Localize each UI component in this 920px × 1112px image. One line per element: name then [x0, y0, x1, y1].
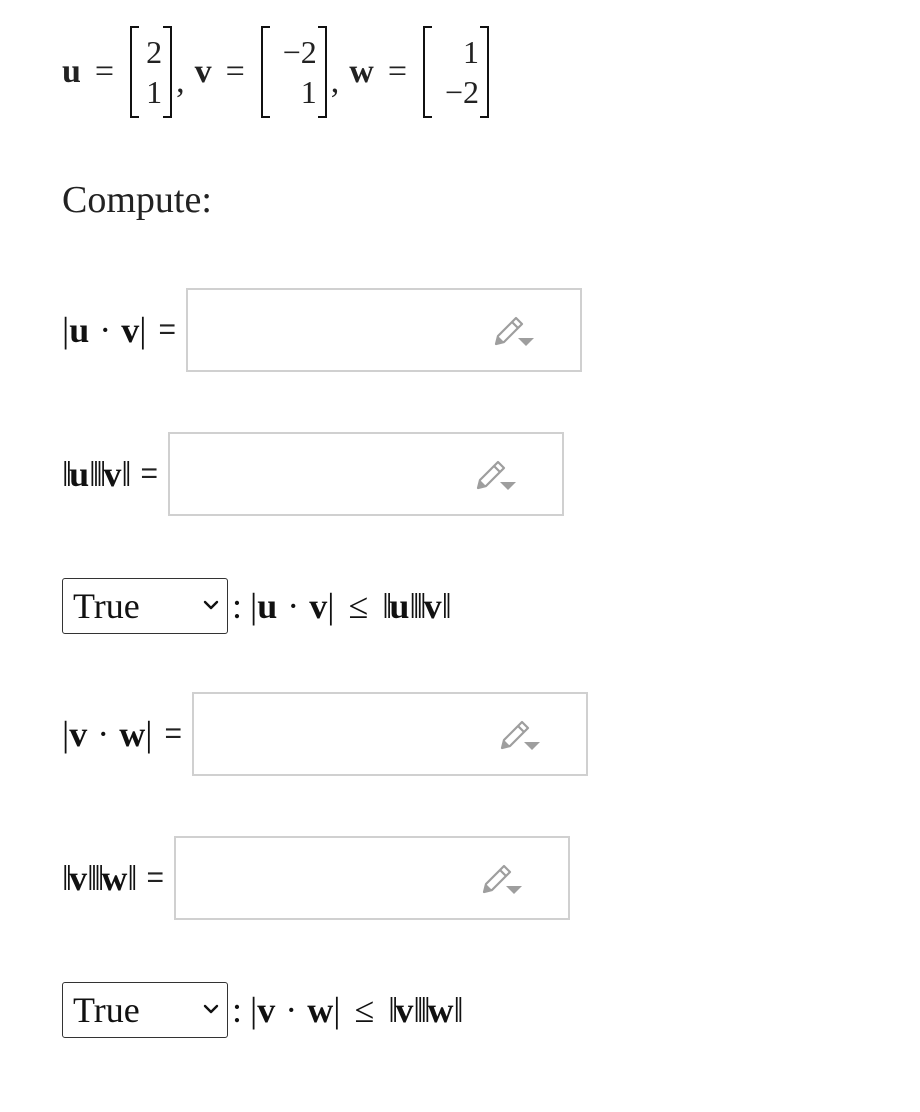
- expression-abs-v-dot-w: | v · w |: [62, 714, 153, 754]
- comma: ,: [330, 63, 340, 100]
- vector-u-matrix: 2 1: [130, 26, 173, 118]
- vector-v-entry-1: −2: [282, 34, 317, 70]
- inequality-uv: | u · v | ≤ ‖ u ‖ ‖ v ‖: [250, 586, 452, 626]
- pencil-edit-icon[interactable]: [480, 862, 524, 898]
- chevron-down-icon: [203, 600, 219, 610]
- answer-input-norm-v-norm-w[interactable]: [173, 836, 570, 920]
- vector-v-matrix: −2 1: [260, 26, 327, 118]
- vector-u-entry-2: 1: [146, 74, 163, 110]
- question-norm-u-norm-v: ‖ u ‖ ‖ v ‖ =: [62, 432, 564, 516]
- question-cauchy-schwarz-vw: True : | v · w | ≤ ‖ v ‖ ‖ w ‖: [62, 982, 464, 1038]
- vector-w-entry-2: −2: [445, 74, 480, 110]
- answer-input-abs-u-dot-v[interactable]: [186, 288, 582, 372]
- question-abs-u-dot-v: | u · v | =: [62, 288, 582, 372]
- colon: :: [232, 586, 243, 626]
- colon: :: [232, 990, 243, 1030]
- pencil-edit-icon[interactable]: [492, 314, 536, 350]
- compute-label: Compute:: [62, 179, 212, 221]
- vector-u-entry-1: 2: [146, 34, 163, 70]
- chevron-down-icon: [203, 1004, 219, 1014]
- question-norm-v-norm-w: ‖ v ‖ ‖ w ‖ =: [62, 836, 570, 920]
- question-abs-v-dot-w: | v · w | =: [62, 692, 588, 776]
- expression-abs-u-dot-v: | u · v |: [62, 310, 147, 350]
- equals-sign: =: [164, 717, 182, 750]
- comma: ,: [176, 63, 185, 100]
- vector-v-entry-2: 1: [300, 74, 317, 110]
- select-value: True: [73, 990, 140, 1030]
- pencil-edit-icon[interactable]: [498, 718, 542, 754]
- true-false-select-uv[interactable]: True: [62, 578, 228, 634]
- question-cauchy-schwarz-uv: True : | u · v | ≤ ‖ u ‖ ‖ v ‖: [62, 578, 452, 634]
- pencil-edit-icon[interactable]: [474, 458, 518, 494]
- vector-w-name: w: [349, 53, 374, 90]
- vector-definitions: u = 2 1 , v = −2 1 , w = 1 −2: [62, 22, 490, 122]
- equals-sign: =: [140, 457, 158, 490]
- equals-sign: =: [146, 861, 164, 894]
- answer-input-abs-v-dot-w[interactable]: [191, 692, 588, 776]
- answer-input-norm-u-norm-v[interactable]: [168, 432, 564, 516]
- vector-w-matrix: 1 −2: [423, 26, 490, 118]
- select-value: True: [73, 586, 140, 626]
- vector-v-name: v: [194, 53, 212, 90]
- inequality-vw: | v · w | ≤ ‖ v ‖ ‖ w ‖: [250, 990, 464, 1030]
- equals-sign: =: [387, 53, 408, 90]
- vector-w-entry-1: 1: [463, 34, 480, 70]
- expression-norm-u-norm-v: ‖ u ‖ ‖ v ‖: [62, 454, 132, 494]
- expression-norm-v-norm-w: ‖ v ‖ ‖ w ‖: [62, 858, 137, 898]
- vector-u-name: u: [62, 53, 81, 90]
- equals-sign: =: [94, 53, 115, 90]
- equals-sign: =: [158, 313, 176, 346]
- equals-sign: =: [225, 53, 245, 90]
- true-false-select-vw[interactable]: True: [62, 982, 228, 1038]
